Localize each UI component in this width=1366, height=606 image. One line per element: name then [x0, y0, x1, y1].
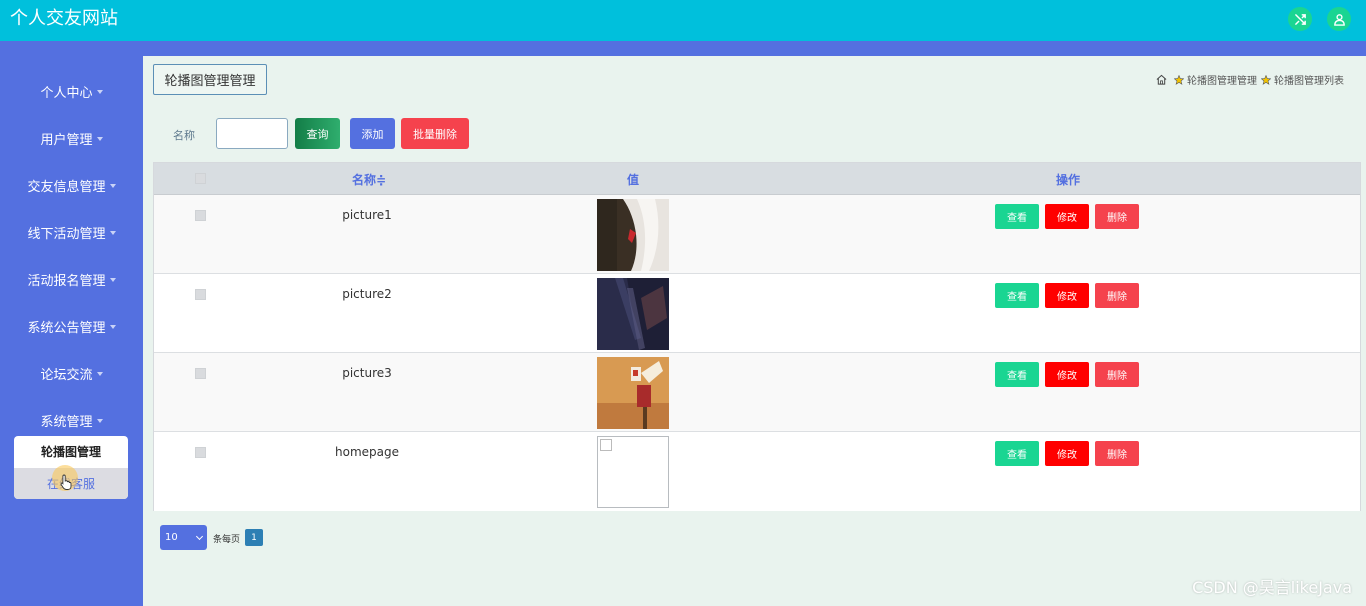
table-row: picture1 查看 修改 删除	[154, 195, 1360, 274]
sidebar-item-label: 系统管理	[40, 414, 93, 430]
caret-down-icon	[109, 184, 116, 188]
sidebar-item-label: 用户管理	[40, 132, 93, 148]
carousel-table: 名称≑ 值 操作 picture1 查看 修改 删除 picture2 查看 修…	[153, 162, 1361, 511]
star-icon	[1261, 74, 1271, 85]
query-button[interactable]: 查询	[295, 118, 340, 149]
chevron-down-icon	[195, 532, 204, 541]
column-header-actions: 操作	[1056, 173, 1081, 187]
sort-icon[interactable]: ≑	[376, 173, 386, 187]
sidebar: 个人中心 用户管理 交友信息管理 线下活动管理 活动报名管理 系统公告管理 论坛…	[0, 56, 143, 606]
watermark: CSDN @昊言likeJava	[1192, 578, 1352, 597]
sidebar-item-label: 交友信息管理	[27, 179, 106, 195]
sidebar-item-system[interactable]: 系统管理	[0, 405, 143, 435]
broken-image-icon	[600, 439, 612, 451]
page-number-button[interactable]: 1	[245, 529, 263, 546]
sidebar-item-user-management[interactable]: 用户管理	[0, 123, 143, 153]
table-row: picture2 查看 修改 删除	[154, 274, 1360, 353]
table-header: 名称≑ 值 操作	[154, 163, 1360, 195]
home-icon[interactable]	[1156, 74, 1167, 85]
row-name: homepage	[335, 445, 399, 459]
row-checkbox[interactable]	[195, 289, 206, 300]
row-name: picture3	[342, 366, 392, 380]
delete-button[interactable]: 删除	[1095, 362, 1139, 387]
page-size-select[interactable]: 10	[160, 525, 207, 550]
row-checkbox[interactable]	[195, 368, 206, 379]
submenu-item-online-service[interactable]: 在线客服	[14, 465, 128, 499]
row-image[interactable]	[597, 199, 669, 271]
batch-delete-button[interactable]: 批量删除	[401, 118, 469, 149]
name-search-input[interactable]	[216, 118, 288, 149]
search-label: 名称	[173, 129, 195, 142]
caret-down-icon	[96, 419, 103, 423]
sidebar-item-label: 线下活动管理	[27, 226, 106, 242]
top-bar: 个人交友网站	[0, 0, 1366, 41]
header-strip	[0, 41, 1366, 56]
shuffle-icon[interactable]	[1288, 7, 1312, 31]
system-submenu: 轮播图管理 在线客服	[14, 436, 128, 499]
user-icon[interactable]	[1327, 7, 1351, 31]
per-page-label: 条每页	[213, 535, 241, 545]
column-header-value: 值	[627, 173, 640, 187]
star-icon	[1174, 74, 1184, 85]
page-size-value: 10	[165, 532, 178, 543]
breadcrumb: 轮播图管理管理 轮播图管理列表	[1156, 72, 1344, 87]
sidebar-item-forum[interactable]: 论坛交流	[0, 358, 143, 388]
sidebar-item-label: 活动报名管理	[27, 273, 106, 289]
broken-image[interactable]	[597, 436, 669, 508]
edit-button[interactable]: 修改	[1045, 362, 1089, 387]
column-header-label: 名称	[352, 173, 377, 187]
delete-button[interactable]: 删除	[1095, 204, 1139, 229]
row-image[interactable]	[597, 278, 669, 350]
breadcrumb-item[interactable]: 轮播图管理管理	[1187, 72, 1257, 87]
edit-button[interactable]: 修改	[1045, 441, 1089, 466]
sidebar-item-activity-signup[interactable]: 活动报名管理	[0, 264, 143, 294]
breadcrumb-item: 轮播图管理列表	[1274, 76, 1344, 87]
caret-down-icon	[109, 278, 116, 282]
row-name: picture2	[342, 287, 392, 301]
row-checkbox[interactable]	[195, 447, 206, 458]
sidebar-item-dating-info[interactable]: 交友信息管理	[0, 170, 143, 200]
caret-down-icon	[96, 372, 103, 376]
caret-down-icon	[109, 231, 116, 235]
hand-cursor-icon	[60, 474, 72, 490]
sidebar-item-label: 论坛交流	[40, 367, 93, 383]
edit-button[interactable]: 修改	[1045, 283, 1089, 308]
table-row: homepage 查看 修改 删除	[154, 432, 1360, 511]
table-row: picture3 查看 修改 删除	[154, 353, 1360, 432]
view-button[interactable]: 查看	[995, 204, 1039, 229]
column-header-name[interactable]: 名称≑	[352, 171, 386, 188]
delete-button[interactable]: 删除	[1095, 441, 1139, 466]
row-image[interactable]	[597, 357, 669, 429]
row-name: picture1	[342, 208, 392, 222]
sidebar-item-offline-activity[interactable]: 线下活动管理	[0, 217, 143, 247]
app-title: 个人交友网站	[10, 8, 118, 29]
submenu-item-carousel[interactable]: 轮播图管理	[14, 436, 128, 467]
caret-down-icon	[96, 90, 103, 94]
caret-down-icon	[109, 325, 116, 329]
add-button[interactable]: 添加	[350, 118, 395, 149]
sidebar-item-label: 个人中心	[40, 85, 93, 101]
sidebar-item-label: 系统公告管理	[27, 320, 106, 336]
view-button[interactable]: 查看	[995, 441, 1039, 466]
view-button[interactable]: 查看	[995, 283, 1039, 308]
main-content: 轮播图管理管理 轮播图管理管理 轮播图管理列表 名称 查询 添加 批量删除 名称…	[143, 56, 1366, 606]
caret-down-icon	[96, 137, 103, 141]
select-all-checkbox[interactable]	[195, 173, 206, 184]
sidebar-item-personal-center[interactable]: 个人中心	[0, 76, 143, 106]
row-checkbox[interactable]	[195, 210, 206, 221]
view-button[interactable]: 查看	[995, 362, 1039, 387]
sidebar-item-announcement[interactable]: 系统公告管理	[0, 311, 143, 341]
page-title-button[interactable]: 轮播图管理管理	[153, 64, 267, 95]
delete-button[interactable]: 删除	[1095, 283, 1139, 308]
edit-button[interactable]: 修改	[1045, 204, 1089, 229]
